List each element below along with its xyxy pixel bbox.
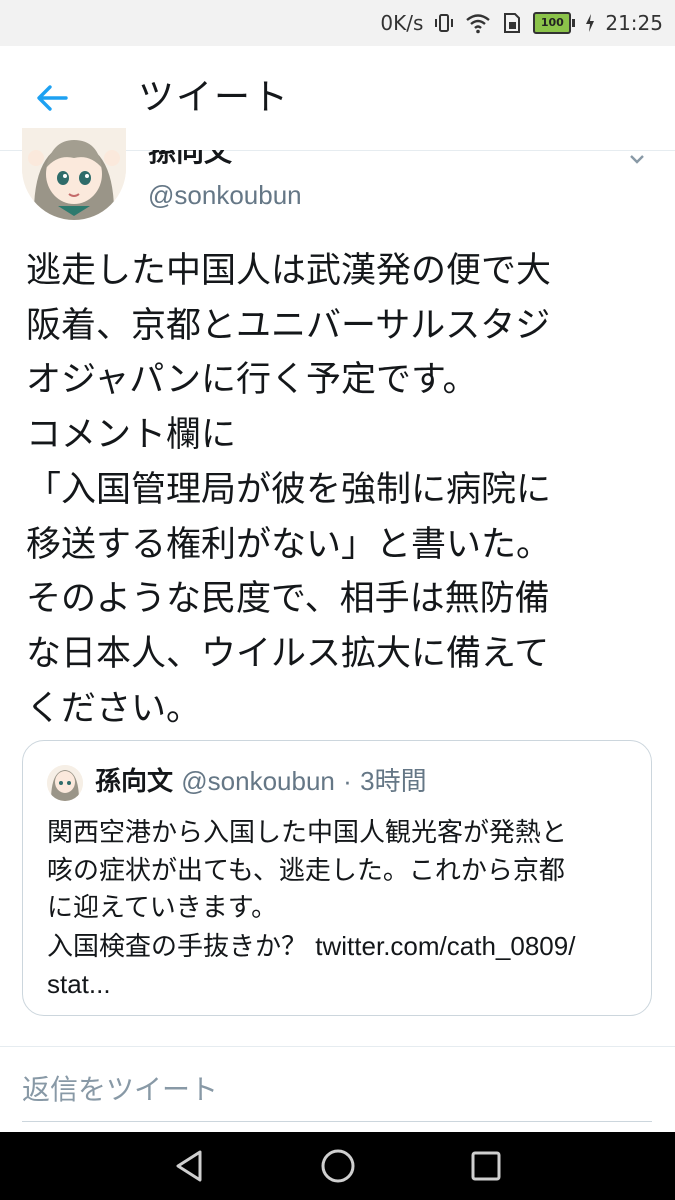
quoted-tweet[interactable]: 孫向文 @sonkoubun · 3時間 関西空港から入国した中国人観光客が発熱… [22, 740, 652, 1016]
page-title: ツイート [138, 77, 291, 118]
quoted-time: 3時間 [360, 766, 427, 796]
status-icons: 0K/s 100 21:25 [380, 0, 663, 46]
quoted-avatar [47, 765, 83, 801]
chevron-down-icon[interactable] [629, 150, 645, 169]
battery-icon: 100 [533, 12, 576, 34]
quoted-text-segment: 入国検査の手抜きか？ [47, 931, 308, 962]
quoted-text-line: 入国検査の手抜きか？ twitter.com/cath_0809/ [47, 928, 637, 967]
tweet-text-line: ください。 [26, 688, 202, 729]
quoted-link[interactable]: twitter.com/cath_0809/ [315, 931, 575, 961]
tweet-text-line: オジャパンに行く予定です。 [26, 360, 478, 401]
divider [0, 1046, 675, 1047]
status-bar: 0K/s 100 21:25 [0, 0, 675, 46]
quoted-separator: · [343, 766, 352, 796]
author-name-clip: 孫向文 [148, 150, 348, 170]
system-nav-bar [0, 1132, 675, 1200]
quoted-text-line: に迎えていきます。 [47, 893, 278, 923]
tweet-text: 逃走した中国人は武漢発の便で大 阪着、京都とユニバーサルスタジ オジャパンに行く… [26, 244, 656, 736]
tweet-text-line: 「入国管理局が彼を強制に病院に [26, 469, 552, 510]
nav-home-icon[interactable] [318, 1146, 358, 1186]
tweet-text-line: 逃走した中国人は武漢発の便で大 [26, 251, 552, 291]
quoted-text-line: 咳の症状が出ても、逃走した。これから京都 [47, 855, 565, 886]
quoted-handle: @sonkoubun [181, 766, 335, 796]
arrow-left-icon [37, 85, 68, 111]
quoted-author-name: 孫向文 [95, 767, 174, 797]
avatar[interactable] [22, 128, 126, 220]
sim-icon [501, 12, 523, 34]
vibrate-icon [433, 12, 455, 34]
charging-icon [585, 13, 595, 33]
quoted-text: 関西空港から入国した中国人観光客が発熱と 咳の症状が出ても、逃走した。これから京… [47, 815, 637, 1004]
quoted-text-line: 関西空港から入国した中国人観光客が発熱と [47, 818, 568, 848]
battery-level: 100 [533, 12, 572, 34]
author-handle[interactable]: @sonkoubun [148, 180, 302, 211]
quoted-header: 孫向文 @sonkoubun · 3時間 [95, 761, 427, 802]
clock: 21:25 [605, 11, 663, 35]
tweet-text-line: 移送する権利がない」と書いた。 [26, 524, 552, 565]
tweet-text-line: 阪着、京都とユニバーサルスタジ [26, 305, 551, 346]
nav-recents-icon[interactable] [466, 1146, 506, 1186]
nav-back-icon[interactable] [170, 1146, 210, 1186]
back-button[interactable] [30, 76, 74, 120]
reply-input[interactable]: 返信をツイート [22, 1068, 218, 1108]
tweet-text-line: な日本人、ウイルス拡大に備えて [26, 633, 550, 674]
network-speed: 0K/s [380, 11, 424, 35]
reply-underline [22, 1121, 652, 1122]
quoted-text-line: stat... [47, 969, 111, 999]
author-name[interactable]: 孫向文 [148, 150, 348, 166]
wifi-icon [465, 12, 491, 34]
tweet-text-line: そのような民度で、相手は無防備 [26, 579, 550, 620]
tweet-text-line: コメント欄に [26, 415, 237, 456]
